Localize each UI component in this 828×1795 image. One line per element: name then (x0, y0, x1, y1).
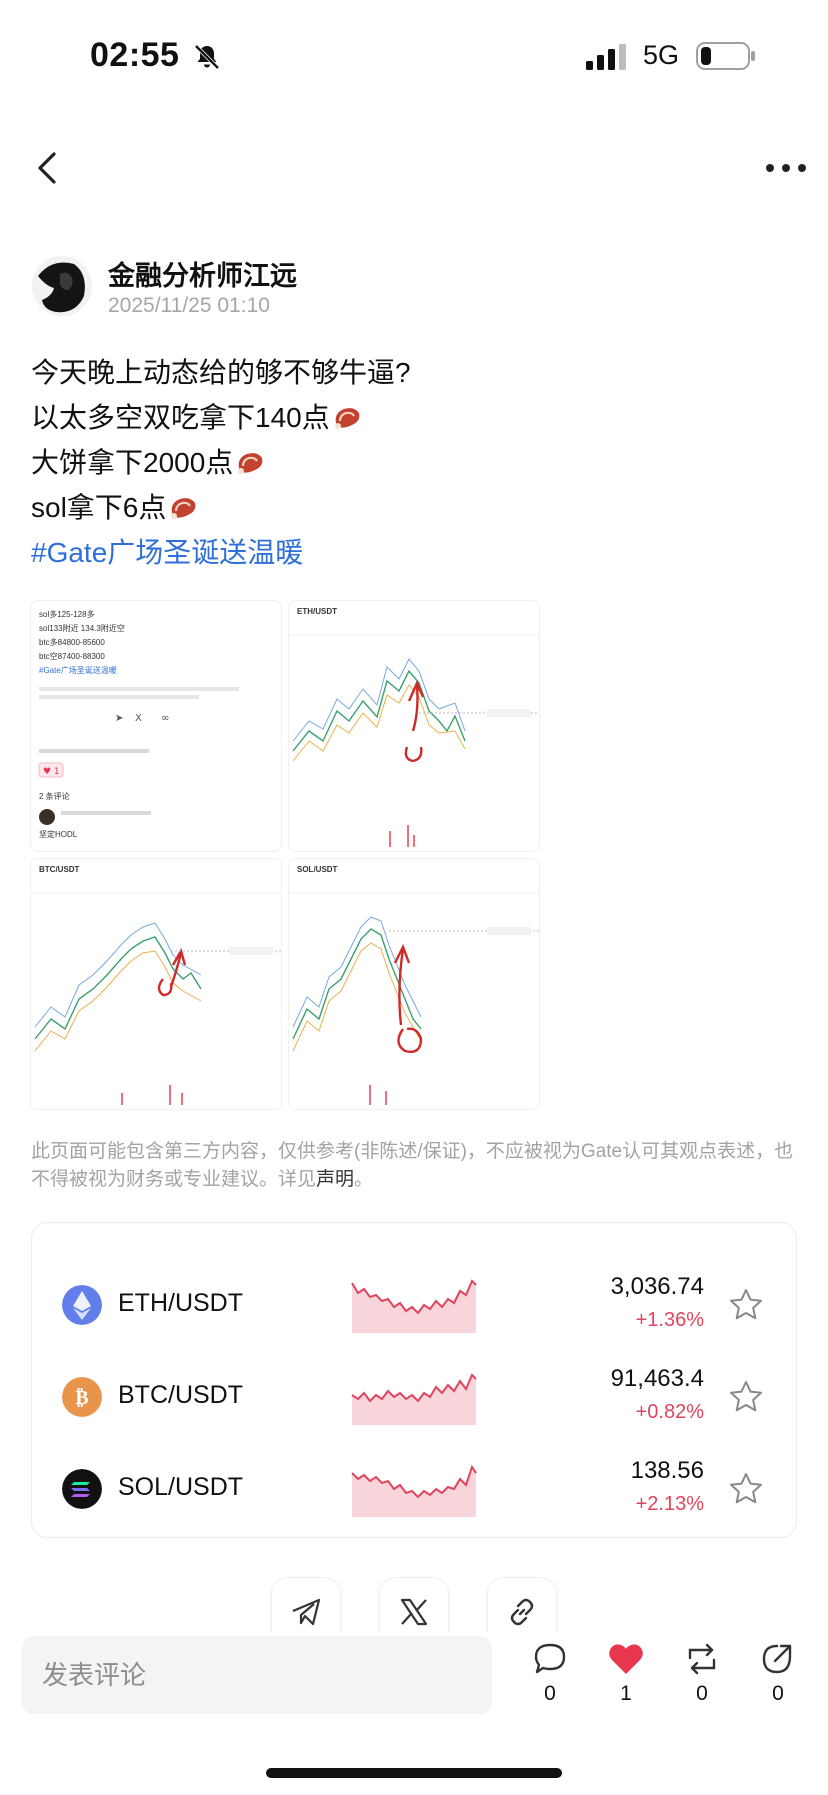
thumb-chart-title: BTC/USDT (39, 865, 80, 874)
share-action[interactable]: 0 (748, 1642, 808, 1706)
comment-input[interactable] (22, 1636, 492, 1714)
meat-emoji-icon (238, 453, 263, 474)
disclaimer-end: 。 (354, 1169, 374, 1190)
star-icon[interactable] (728, 1379, 764, 1415)
thumb-line: btc空87400-88300 (39, 652, 105, 661)
back-button[interactable] (28, 146, 68, 190)
post-image-eth-chart[interactable]: ETH/USDT (288, 600, 540, 852)
post-line: sol拿下6点 (31, 485, 801, 530)
status-bar: 02:55 5G (0, 0, 828, 110)
star-icon[interactable] (728, 1471, 764, 1507)
meat-emoji-icon (171, 498, 196, 519)
market-row-eth[interactable]: ETH/USDT 3,036.74 +1.36% (32, 1259, 798, 1351)
repost-icon (688, 1643, 716, 1675)
ethereum-icon (62, 1285, 102, 1325)
hashtag-link[interactable]: #Gate广场圣诞送温暖 (31, 530, 801, 575)
pair-change: +0.82% (635, 1401, 704, 1423)
bottom-action-bar: 0 1 0 0 (0, 1632, 828, 1732)
network-type: 5G (643, 40, 680, 70)
thumb-line: #Gate广场圣诞送温暖 (39, 666, 117, 675)
status-time: 02:55 (90, 36, 180, 74)
post-line: 以太多空双吃拿下140点 (31, 395, 801, 440)
sparkline (351, 1373, 477, 1425)
cellular-signal-icon (586, 44, 626, 70)
post-line-text: 大饼拿下2000点 (31, 447, 234, 478)
more-options-button[interactable] (762, 152, 810, 182)
thumb-comment: 坚定HODL (39, 830, 78, 839)
heart-filled-icon (609, 1644, 643, 1674)
post-line-text: 以太多空双吃拿下140点 (31, 402, 330, 433)
thumb-chart-title: SOL/USDT (297, 865, 338, 874)
thumb-line: sol多125-128多 (39, 610, 95, 619)
post-line: 今天晚上动态给的够不够牛逼? (31, 350, 801, 395)
share-count: 0 (772, 1682, 784, 1705)
meat-emoji-icon (334, 408, 360, 429)
post-image-btc-chart[interactable]: BTC/USDT (30, 858, 282, 1110)
share-arrow-icon (762, 1644, 792, 1674)
home-indicator (266, 1768, 562, 1778)
post-date: 2025/11/25 01:10 (108, 294, 270, 317)
star-icon[interactable] (728, 1287, 764, 1323)
solana-icon (62, 1469, 102, 1509)
thumb-line: btc多84800-85600 (39, 638, 105, 647)
svg-text:♥ 1: ♥ 1 (43, 767, 60, 777)
thumb-comments-header: 2 条评论 (39, 792, 70, 801)
link-icon (510, 1598, 534, 1626)
sparkline (351, 1279, 477, 1333)
comment-action[interactable]: 0 (520, 1642, 580, 1706)
market-row-btc[interactable]: ₿ BTC/USDT 91,463.4 +0.82% (32, 1351, 798, 1443)
svg-text:X: X (135, 713, 142, 724)
svg-text:∞: ∞ (161, 713, 169, 724)
pair-name: SOL/USDT (118, 1473, 244, 1501)
thumb-line: sol133附近 134.3附近空 (39, 624, 125, 633)
market-row-sol[interactable]: SOL/USDT 138.56 +2.13% (32, 1443, 798, 1535)
third-party-disclaimer: 此页面可能包含第三方内容，仅供参考(非陈述/保证)，不应被视为Gate认可其观点… (31, 1138, 799, 1194)
post-line: 大饼拿下2000点 (31, 440, 801, 485)
post-image-screenshot[interactable]: sol多125-128多 sol133附近 134.3附近空 btc多84800… (30, 600, 282, 852)
repost-count: 0 (696, 1682, 708, 1705)
pair-name: BTC/USDT (118, 1381, 243, 1409)
comment-count: 0 (544, 1682, 556, 1705)
sparkline (351, 1464, 477, 1517)
post-body: 今天晚上动态给的够不够牛逼? 以太多空双吃拿下140点 大饼拿下2000点 so… (31, 350, 801, 575)
disclaimer-text: 此页面可能包含第三方内容，仅供参考(非陈述/保证)，不应被视为Gate认可其观点… (31, 1141, 794, 1190)
pair-price: 3,036.74 (610, 1273, 704, 1300)
thumb-chart-title: ETH/USDT (297, 607, 337, 616)
bell-muted-icon (194, 44, 220, 70)
post-image-grid: sol多125-128多 sol133附近 134.3附近空 btc多84800… (30, 600, 542, 1112)
related-markets-card: ETH/USDT 3,036.74 +1.36% ₿ BTC/USDT 91,4… (31, 1222, 797, 1538)
pair-name: ETH/USDT (118, 1289, 243, 1317)
statement-link[interactable]: 声明 (316, 1169, 354, 1190)
like-count: 1 (620, 1682, 632, 1705)
x-logo-icon (400, 1598, 428, 1626)
pair-change: +1.36% (635, 1309, 704, 1331)
post-image-sol-chart[interactable]: SOL/USDT (288, 858, 540, 1110)
like-action[interactable]: 1 (596, 1642, 656, 1706)
telegram-icon (292, 1598, 321, 1626)
svg-text:₿: ₿ (75, 1385, 88, 1409)
author-avatar[interactable] (32, 256, 92, 316)
pair-price: 138.56 (630, 1457, 704, 1484)
author-name[interactable]: 金融分析师江远 (108, 254, 297, 293)
battery-icon (696, 42, 755, 70)
post-line-text: 今天晚上动态给的够不够牛逼? (31, 357, 411, 388)
bitcoin-icon: ₿ (62, 1377, 102, 1417)
pair-price: 91,463.4 (610, 1365, 704, 1392)
repost-action[interactable]: 0 (672, 1642, 732, 1706)
comment-bubble-icon (534, 1643, 566, 1674)
post-line-text: sol拿下6点 (31, 492, 167, 523)
pair-change: +2.13% (635, 1493, 704, 1515)
svg-text:➤: ➤ (115, 713, 123, 724)
